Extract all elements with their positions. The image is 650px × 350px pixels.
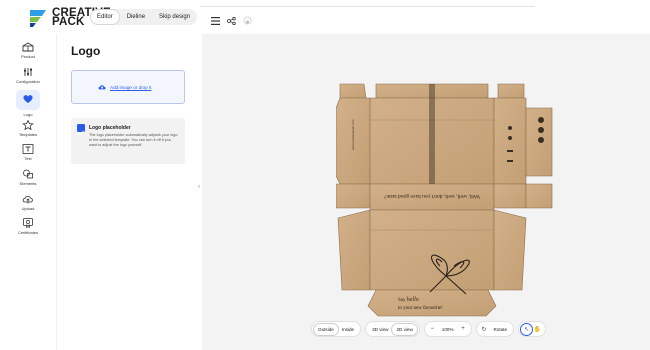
3d-view-button[interactable]: 3D view xyxy=(368,324,392,335)
share-icon[interactable] xyxy=(227,12,236,30)
rail-label-upload: Upload xyxy=(21,206,35,211)
flap-top-left xyxy=(339,83,367,99)
upload-link[interactable]: Add image or drop it xyxy=(110,85,151,90)
mode-skip-design-button[interactable]: Skip design xyxy=(153,10,196,24)
tool-switch: ↖ ✋ xyxy=(519,322,546,336)
loading-icon xyxy=(243,12,252,30)
zoom-in-button[interactable]: + xyxy=(458,324,469,335)
flap-top-right xyxy=(497,83,525,99)
panel-bottom xyxy=(369,209,495,291)
panel-right-inner xyxy=(493,97,527,185)
pointer-tool-icon[interactable]: ↖ xyxy=(521,324,532,335)
rail-label-logo: Logo xyxy=(23,112,33,117)
upload-row: Add image or drop it xyxy=(98,84,151,91)
logo-placeholder-card: Logo placeholder The logo placeholder au… xyxy=(71,118,185,164)
certificate-icon xyxy=(23,218,33,228)
zoom-level: 100% xyxy=(441,326,454,332)
rail-label-templates: Templates xyxy=(18,132,38,137)
logo-placeholder-description: The logo placeholder automatically adjus… xyxy=(89,133,178,147)
zoom-control: − 100% + xyxy=(424,322,471,336)
logo-placeholder-title: Logo placeholder xyxy=(89,125,131,131)
tuck-flap xyxy=(367,289,497,317)
canvas-toolbar: Outside Inside 3D view 2D view − 100% + … xyxy=(312,321,546,337)
brand-mark-icon xyxy=(28,8,48,28)
rail-label-certificates: Certificates xyxy=(17,230,38,235)
rail-active-highlight xyxy=(16,90,40,110)
elements-icon xyxy=(23,169,33,179)
rail-item-text[interactable]: Text xyxy=(14,144,42,161)
tagline-favourite: to your new favourite! xyxy=(398,306,443,311)
product-icon xyxy=(22,42,34,52)
rail-item-certificates[interactable]: Certificates xyxy=(14,218,42,235)
zoom-out-button[interactable]: − xyxy=(427,324,438,335)
rail-label-product: Product xyxy=(21,54,35,59)
hand-tool-icon[interactable]: ✋ xyxy=(532,324,543,335)
rail-label-elements: Elements xyxy=(19,181,37,186)
box-dieline[interactable]: www.creativepack.com Well, well, well, d… xyxy=(336,80,556,350)
mode-dieline-button[interactable]: Dieline xyxy=(121,10,151,24)
text-icon xyxy=(22,144,34,154)
rail-item-elements[interactable]: Elements xyxy=(14,169,42,186)
rail-label-text: Text xyxy=(24,156,32,161)
rotate-icon: ↻ xyxy=(481,326,487,333)
header-divider xyxy=(200,6,535,7)
check-icon xyxy=(78,130,84,136)
panel-title: Logo xyxy=(71,44,101,58)
rail-item-templates[interactable]: Templates xyxy=(14,120,42,137)
strip-right-outer xyxy=(525,183,553,209)
2d-view-button[interactable]: 2D view xyxy=(392,323,417,335)
rotate-control[interactable]: ↻ Rotate xyxy=(476,322,514,336)
design-canvas[interactable]: www.creativepack.com Well, well, well, d… xyxy=(202,34,650,350)
svg-text:www.creativepack.com: www.creativepack.com xyxy=(351,119,355,150)
collapse-panel-chevron-icon[interactable]: ‹ xyxy=(198,184,200,190)
menu-icon[interactable] xyxy=(211,12,220,30)
rail-item-product[interactable]: Product xyxy=(14,42,42,59)
tagline-say: Say xyxy=(398,298,406,303)
box-text-top: Well, well, well, don't you have good ta… xyxy=(384,193,480,199)
wing-bottom-right xyxy=(493,209,527,291)
rail-item-upload[interactable]: Upload xyxy=(14,194,42,211)
star-icon xyxy=(22,120,34,130)
rail-item-logo[interactable]: Logo xyxy=(14,90,42,117)
tagline-hello: hello xyxy=(407,297,419,303)
rotate-button[interactable]: Rotate xyxy=(490,324,512,335)
rail-label-configuration: Configuration xyxy=(16,79,40,84)
heart-icon xyxy=(23,95,33,103)
strip-right xyxy=(493,183,527,209)
side-toggle: Outside Inside xyxy=(312,322,361,336)
inside-button[interactable]: Inside xyxy=(338,324,358,335)
view-toggle: 3D view 2D view xyxy=(366,322,419,336)
configuration-icon xyxy=(24,68,32,76)
svg-text:Say hello: Say hello xyxy=(398,297,419,303)
wing-bottom-left xyxy=(337,209,371,291)
logo-placeholder-checkbox[interactable] xyxy=(77,124,85,136)
upload-dropzone[interactable]: Add image or drop it xyxy=(71,70,185,104)
cloud-upload-icon xyxy=(98,85,106,91)
outside-button[interactable]: Outside xyxy=(314,323,338,335)
upload-icon xyxy=(22,195,33,204)
rail-item-configuration[interactable]: Configuration xyxy=(14,67,42,84)
mode-switcher: Editor Dieline Skip design xyxy=(90,9,198,25)
left-rail: Product Configuration Logo Templates Tex… xyxy=(0,34,56,350)
mode-editor-button[interactable]: Editor xyxy=(91,10,119,24)
logo-panel: Logo Add image or drop it Logo placehold… xyxy=(56,34,198,350)
strip-left xyxy=(336,183,371,209)
